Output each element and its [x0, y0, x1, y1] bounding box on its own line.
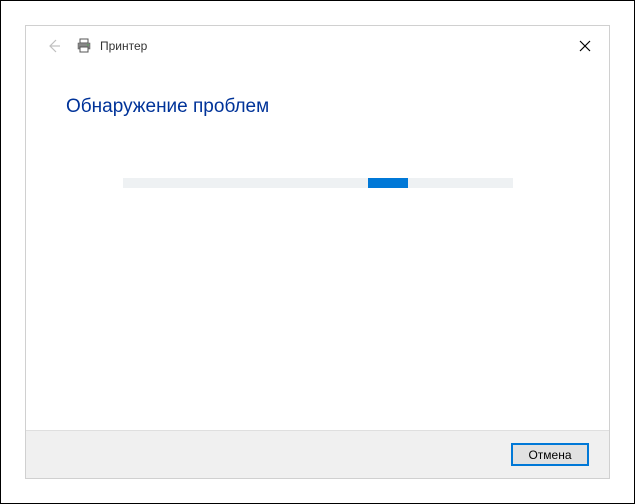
- footer: Отмена: [26, 430, 609, 478]
- progress-chunk: [368, 178, 408, 188]
- heading: Обнаружение проблем: [66, 96, 569, 118]
- close-button[interactable]: [573, 34, 597, 58]
- back-arrow-icon: [46, 38, 62, 54]
- close-icon: [579, 40, 591, 52]
- progress-bar: [123, 178, 513, 188]
- title-bar: Принтер: [26, 26, 609, 66]
- cancel-button[interactable]: Отмена: [511, 443, 589, 466]
- back-button: [44, 36, 64, 56]
- dialog-window: Принтер Обнаружение проблем Отмена: [25, 25, 610, 479]
- printer-icon: [76, 38, 92, 54]
- content-area: Обнаружение проблем: [26, 66, 609, 430]
- window-title: Принтер: [100, 39, 147, 53]
